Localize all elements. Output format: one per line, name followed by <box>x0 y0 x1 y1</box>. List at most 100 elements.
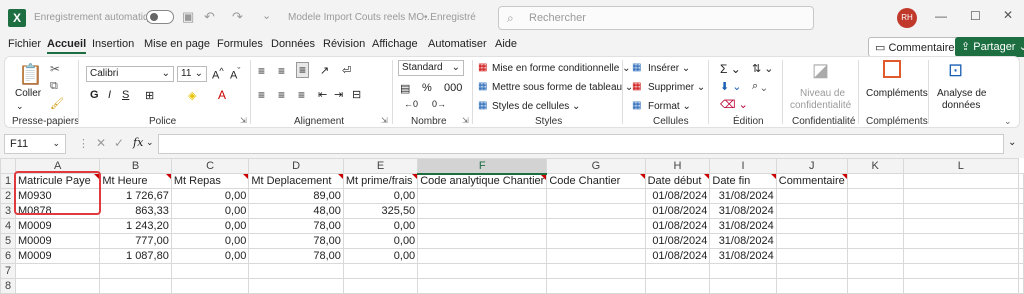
tab-aide[interactable]: Aide <box>495 38 517 54</box>
insert-button[interactable]: Insérer ⌄ <box>648 63 690 74</box>
header-cell[interactable]: Code Chantier <box>546 173 646 189</box>
clear-icon[interactable]: ⌫ ⌄ <box>720 98 748 111</box>
cell[interactable] <box>1018 263 1024 279</box>
cell[interactable]: 78,00 <box>248 233 344 249</box>
avatar[interactable]: RH <box>897 8 917 28</box>
cell[interactable] <box>709 278 777 294</box>
tab-mise-en-page[interactable]: Mise en page <box>144 38 210 54</box>
cell[interactable] <box>417 233 548 249</box>
cell[interactable] <box>417 188 548 204</box>
cell[interactable] <box>775 218 848 234</box>
bold-icon[interactable]: G <box>90 89 99 101</box>
cell[interactable]: 01/08/2024 <box>644 248 711 264</box>
spreadsheet-grid[interactable]: A B C D E F G H I J K L 1 Matricule Paye M… <box>0 158 1024 294</box>
orientation-icon[interactable]: ↗ <box>320 64 329 77</box>
cell[interactable] <box>644 263 711 279</box>
cell[interactable] <box>546 278 646 294</box>
cell[interactable] <box>248 278 344 294</box>
cell[interactable] <box>846 218 904 234</box>
decrease-font-icon[interactable]: Aˇ <box>230 66 240 82</box>
cell[interactable] <box>902 188 1020 204</box>
cell[interactable]: 31/08/2024 <box>709 248 777 264</box>
cancel-icon[interactable]: ✕ <box>96 136 106 150</box>
cell[interactable] <box>99 263 172 279</box>
row-header[interactable]: 4 <box>0 218 16 234</box>
column-header[interactable]: H <box>644 158 711 174</box>
column-header[interactable]: L <box>902 158 1020 174</box>
cell[interactable] <box>1018 278 1024 294</box>
conditional-format-button[interactable]: Mise en forme conditionnelle ⌄ <box>492 63 630 74</box>
cell[interactable] <box>902 233 1020 249</box>
column-header[interactable]: D <box>248 158 344 174</box>
dialog-launcher-icon[interactable]: ⇲ <box>381 116 388 125</box>
chevron-down-icon[interactable]: ⌄ <box>146 137 154 148</box>
fill-color-icon[interactable]: ◈ <box>188 89 196 102</box>
tab-accueil[interactable]: Accueil <box>47 38 87 54</box>
column-header[interactable]: I <box>709 158 777 174</box>
cell[interactable] <box>775 278 848 294</box>
header-cell[interactable]: Mt Heure <box>99 173 172 189</box>
cell[interactable] <box>14 278 101 294</box>
tab-affichage[interactable]: Affichage <box>372 38 418 54</box>
column-header[interactable]: B <box>99 158 172 174</box>
cell[interactable]: 777,00 <box>99 233 172 249</box>
share-button[interactable]: ⇪ Partager ⌄ <box>955 37 1024 57</box>
cell[interactable] <box>546 248 646 264</box>
minimize-icon[interactable]: — <box>935 9 947 23</box>
align-middle-icon[interactable]: ≡ <box>278 64 285 78</box>
cell[interactable]: 1 243,20 <box>99 218 172 234</box>
cell[interactable]: 0,00 <box>342 218 419 234</box>
cell[interactable] <box>1018 188 1024 204</box>
cell[interactable] <box>902 278 1020 294</box>
font-size-select[interactable]: 11 ⌄ <box>177 66 207 82</box>
cell[interactable] <box>417 203 548 219</box>
cell[interactable] <box>1018 203 1024 219</box>
cell[interactable]: M0009 <box>14 233 101 249</box>
fx-icon[interactable]: fx <box>133 136 143 149</box>
tab-donnees[interactable]: Données <box>271 38 315 54</box>
undo-icon[interactable]: ↶ <box>204 9 215 25</box>
cell[interactable] <box>902 248 1020 264</box>
cell[interactable] <box>546 233 646 249</box>
column-header[interactable]: K <box>846 158 904 174</box>
cell[interactable] <box>417 263 548 279</box>
cell[interactable] <box>775 263 848 279</box>
cut-icon[interactable]: ✂ <box>50 62 60 76</box>
tab-formules[interactable]: Formules <box>217 38 263 54</box>
cell[interactable] <box>775 233 848 249</box>
cell-styles-icon[interactable]: ▦ <box>478 100 487 111</box>
tab-revision[interactable]: Révision <box>323 38 365 54</box>
search-box[interactable]: ⌕ Rechercher <box>498 6 814 30</box>
cell[interactable]: 0,00 <box>170 248 250 264</box>
cell[interactable]: M0878 <box>14 203 101 219</box>
tab-automatiser[interactable]: Automatiser <box>428 38 487 54</box>
number-format-select[interactable]: Standard ⌄ <box>398 60 464 76</box>
merge-icon[interactable]: ⊟ <box>352 88 361 101</box>
cell[interactable]: 01/08/2024 <box>644 233 711 249</box>
table-format-button[interactable]: Mettre sous forme de tableau ⌄ <box>492 82 633 93</box>
cell[interactable] <box>342 263 419 279</box>
cell[interactable] <box>248 263 344 279</box>
cell[interactable]: 0,00 <box>170 218 250 234</box>
header-cell[interactable] <box>902 173 1020 189</box>
header-cell[interactable]: Commentaire <box>775 173 848 189</box>
row-header[interactable]: 2 <box>0 188 16 204</box>
thousands-separator-icon[interactable]: 000 <box>444 82 462 94</box>
column-header[interactable]: A <box>14 158 101 174</box>
indent-decrease-icon[interactable]: ⇤ <box>318 88 327 101</box>
conditional-format-icon[interactable]: ▦ <box>478 62 487 73</box>
align-right-icon[interactable]: ≡ <box>298 88 305 102</box>
cell[interactable]: 01/08/2024 <box>644 203 711 219</box>
redo-icon[interactable]: ↷ <box>232 9 243 25</box>
cell[interactable] <box>775 203 848 219</box>
font-name-select[interactable]: Calibri ⌄ <box>86 66 174 82</box>
accounting-format-icon[interactable]: ▤ <box>400 82 410 95</box>
cell[interactable] <box>546 188 646 204</box>
cell[interactable] <box>417 248 548 264</box>
close-icon[interactable]: ✕ <box>1003 8 1013 22</box>
autosum-icon[interactable]: Σ ⌄ <box>720 62 741 76</box>
cell[interactable] <box>546 218 646 234</box>
analyze-data-icon[interactable]: ⊡ <box>948 60 963 81</box>
cell[interactable] <box>846 263 904 279</box>
cell[interactable] <box>644 278 711 294</box>
